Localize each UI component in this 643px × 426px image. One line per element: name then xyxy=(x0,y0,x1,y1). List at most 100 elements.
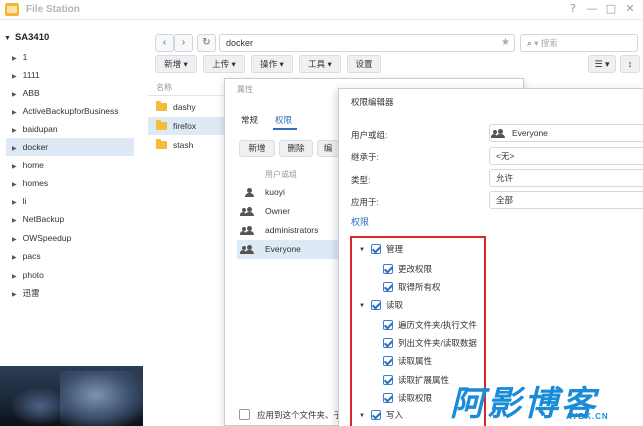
column-name[interactable]: 名称 xyxy=(156,83,172,92)
perm-traverse[interactable]: 遍历文件夹/执行文件 xyxy=(383,319,477,331)
checkbox-checked-icon[interactable] xyxy=(383,320,393,330)
user-row[interactable]: administrators xyxy=(237,221,347,240)
user-label: 用户或组: xyxy=(351,130,388,140)
sidebar-item[interactable]: ▶ ABB xyxy=(6,84,134,102)
perm-group-read[interactable]: ▼ 读取 xyxy=(359,299,403,312)
maximize-button[interactable]: □ xyxy=(604,2,618,16)
sidebar-item[interactable]: ▶ OWSpeedup xyxy=(6,229,134,247)
type-select[interactable]: 允许 xyxy=(489,169,643,187)
back-button[interactable]: ‹ xyxy=(155,34,174,52)
edit-permission-button[interactable]: 编 xyxy=(317,140,339,157)
folder-icon xyxy=(156,101,167,111)
user-row-selected[interactable]: Everyone xyxy=(237,240,347,259)
tree-root[interactable]: ▼ SA3410 xyxy=(4,32,49,43)
checkbox-checked-icon[interactable] xyxy=(370,244,381,254)
perm-label: 管理 xyxy=(385,244,403,254)
permission-section-title: 权限 xyxy=(351,217,370,227)
checkbox-checked-icon[interactable] xyxy=(383,264,393,274)
perm-group-admin[interactable]: ▼ 管理 xyxy=(359,243,403,256)
checkbox-checked-icon[interactable] xyxy=(383,338,393,348)
sidebar-item[interactable]: ▶ photo xyxy=(6,266,134,284)
group-icon xyxy=(240,207,254,216)
sidebar-item-label: 迅雷 xyxy=(22,288,40,298)
user-row[interactable]: kuoyi xyxy=(237,183,347,202)
sidebar-item[interactable]: ▶ li xyxy=(6,192,134,210)
forward-button[interactable]: › xyxy=(174,34,193,52)
checkbox-checked-icon[interactable] xyxy=(383,393,393,403)
star-icon[interactable]: ★ xyxy=(501,35,510,51)
checkbox-checked-icon[interactable] xyxy=(383,282,393,292)
file-name: firefox xyxy=(173,121,197,131)
caret-down-icon[interactable]: ▼ xyxy=(359,300,365,312)
sidebar-item[interactable]: ▶ homes xyxy=(6,174,134,192)
sort-button[interactable]: ↕ xyxy=(620,55,640,73)
group-icon xyxy=(240,245,254,254)
apply-select[interactable]: 全部 xyxy=(489,191,643,209)
search-placeholder: 搜索 xyxy=(540,38,558,48)
sidebar-item[interactable]: ▶ home xyxy=(6,156,134,174)
properties-title: 属性 xyxy=(237,85,253,94)
caret-down-icon[interactable]: ▼ xyxy=(4,35,11,42)
sidebar-item-label: docker xyxy=(22,142,49,152)
tree-root-label: SA3410 xyxy=(14,32,50,43)
user-select[interactable]: Everyone xyxy=(489,124,643,142)
sidebar-item[interactable]: ▶ 迅雷 xyxy=(6,284,134,302)
perm-take-ownership[interactable]: 取得所有权 xyxy=(383,281,441,293)
inherit-label: 继承于: xyxy=(351,152,379,162)
apply-label: 应用于: xyxy=(351,197,379,207)
minimize-button[interactable]: — xyxy=(585,2,599,16)
perm-read-attributes[interactable]: 读取属性 xyxy=(383,355,432,367)
sidebar-item-label: OWSpeedup xyxy=(22,233,72,243)
watermark-domain: AYBK.CN xyxy=(566,412,609,421)
tools-button[interactable]: 工具 ▾ xyxy=(299,55,341,73)
sidebar-item-label: homes xyxy=(22,178,49,188)
list-view-button[interactable]: ☰ ▾ xyxy=(588,55,616,73)
sidebar-item[interactable]: ▶ ActiveBackupforBusiness xyxy=(6,102,134,120)
checkbox-checked-icon[interactable] xyxy=(383,356,393,366)
perm-read-extended[interactable]: 读取扩展属性 xyxy=(383,374,449,386)
caret-down-icon[interactable]: ▼ xyxy=(359,244,365,256)
settings-button[interactable]: 设置 xyxy=(347,55,381,73)
perm-label: 读取 xyxy=(385,300,403,310)
path-input[interactable]: docker ★ xyxy=(219,34,515,52)
folder-icon xyxy=(156,139,167,149)
sidebar-item-label: ActiveBackupforBusiness xyxy=(22,106,119,116)
upload-button[interactable]: 上传 ▾ xyxy=(203,55,245,73)
search-input[interactable]: ⌕ ▾ 搜索 xyxy=(520,34,638,52)
close-button[interactable]: ✕ xyxy=(623,2,637,16)
user-row[interactable]: Owner xyxy=(237,202,347,221)
add-permission-button[interactable]: 新增 xyxy=(239,140,275,157)
caret-right-icon[interactable]: ▶ xyxy=(12,212,17,230)
tab-permission[interactable]: 权限 xyxy=(275,114,292,126)
checkbox-checked-icon[interactable] xyxy=(370,300,381,310)
perm-label: 读取属性 xyxy=(398,356,433,366)
delete-permission-button[interactable]: 删除 xyxy=(279,140,313,157)
perm-read-permission[interactable]: 读取权限 xyxy=(383,392,432,404)
refresh-button[interactable]: ↻ xyxy=(197,34,216,52)
sidebar-item[interactable]: ▶ NetBackup xyxy=(6,210,134,228)
user-value: Everyone xyxy=(512,128,548,138)
sidebar-item[interactable]: ▶ baidupan xyxy=(6,120,134,138)
sidebar-item[interactable]: ▶ 1111 xyxy=(6,66,134,84)
help-button[interactable]: ? xyxy=(566,2,580,16)
create-button[interactable]: 新增 ▾ xyxy=(155,55,197,73)
tab-general[interactable]: 常规 xyxy=(241,114,258,126)
checkbox-checked-icon[interactable] xyxy=(370,410,381,420)
caret-right-icon[interactable]: ▶ xyxy=(12,249,17,267)
sidebar-item[interactable]: ▶ pacs xyxy=(6,247,134,265)
watermark-logo: 阿影博客 AYBK.CN xyxy=(450,376,643,426)
perm-list[interactable]: 列出文件夹/读取数据 xyxy=(383,337,477,349)
desktop-wallpaper xyxy=(0,366,143,426)
apply-subfolders-checkbox[interactable] xyxy=(239,409,250,420)
caret-right-icon[interactable]: ▶ xyxy=(12,286,17,304)
user-name: administrators xyxy=(265,225,319,235)
checkbox-checked-icon[interactable] xyxy=(383,375,393,385)
action-button[interactable]: 操作 ▾ xyxy=(251,55,293,73)
path-text: docker xyxy=(226,38,254,48)
title-bar: File Station ? — □ ✕ xyxy=(0,0,643,20)
caret-down-icon[interactable]: ▼ xyxy=(359,410,365,422)
sidebar-item[interactable]: ▶ 1 xyxy=(6,48,134,66)
sidebar-item-docker[interactable]: ▶ docker xyxy=(6,138,134,156)
perm-change-permission[interactable]: 更改权限 xyxy=(383,263,432,275)
perm-group-write[interactable]: ▼ 写入 xyxy=(359,409,403,422)
